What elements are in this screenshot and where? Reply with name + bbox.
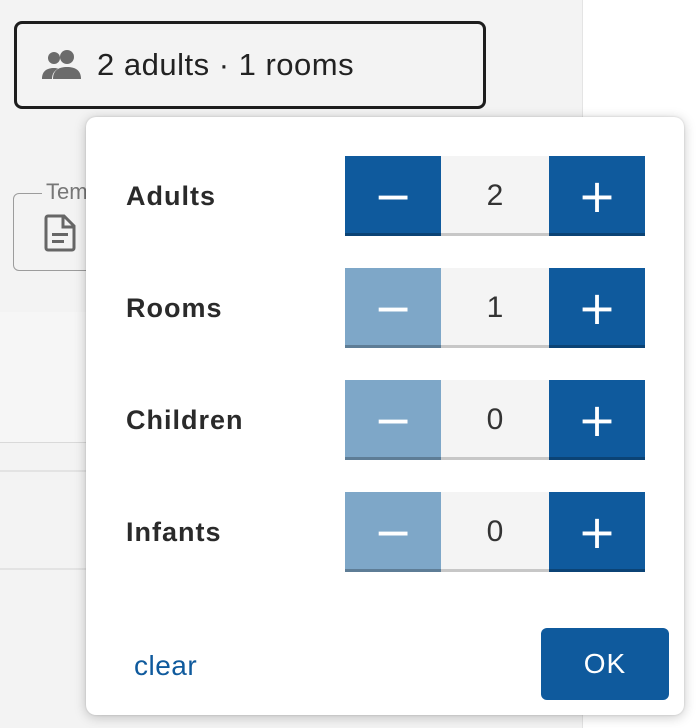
guests-rooms-selector[interactable]: 2 adults · 1 rooms [14, 21, 486, 109]
rooms-increment-button[interactable]: + [549, 268, 645, 348]
rooms-stepper: − + [345, 268, 645, 348]
infants-decrement-button[interactable]: − [345, 492, 441, 572]
document-icon [44, 214, 76, 252]
infants-stepper: − + [345, 492, 645, 572]
rooms-label: Rooms [126, 293, 223, 323]
children-count-input[interactable] [441, 380, 549, 460]
rooms-decrement-button[interactable]: − [345, 268, 441, 348]
children-label: Children [126, 405, 244, 435]
adults-decrement-button[interactable]: − [345, 156, 441, 236]
adults-label: Adults [126, 181, 216, 211]
rooms-row: Rooms − + [86, 268, 684, 348]
adults-row: Adults − + [86, 156, 684, 236]
rooms-count-input[interactable] [441, 268, 549, 348]
guests-popover: Adults − + Rooms − + Children − + Infant… [86, 117, 684, 715]
children-row: Children − + [86, 380, 684, 460]
children-increment-button[interactable]: + [549, 380, 645, 460]
children-stepper: − + [345, 380, 645, 460]
template-field-label: Tem [42, 179, 92, 205]
children-decrement-button[interactable]: − [345, 380, 441, 460]
adults-stepper: − + [345, 156, 645, 236]
adults-increment-button[interactable]: + [549, 156, 645, 236]
infants-count-input[interactable] [441, 492, 549, 572]
clear-link[interactable]: clear [134, 650, 197, 682]
infants-label: Infants [126, 517, 222, 547]
guests-summary-text: 2 adults · 1 rooms [97, 47, 355, 82]
infants-row: Infants − + [86, 492, 684, 572]
infants-increment-button[interactable]: + [549, 492, 645, 572]
adults-count-input[interactable] [441, 156, 549, 236]
people-icon [41, 48, 83, 82]
ok-button[interactable]: OK [541, 628, 669, 700]
